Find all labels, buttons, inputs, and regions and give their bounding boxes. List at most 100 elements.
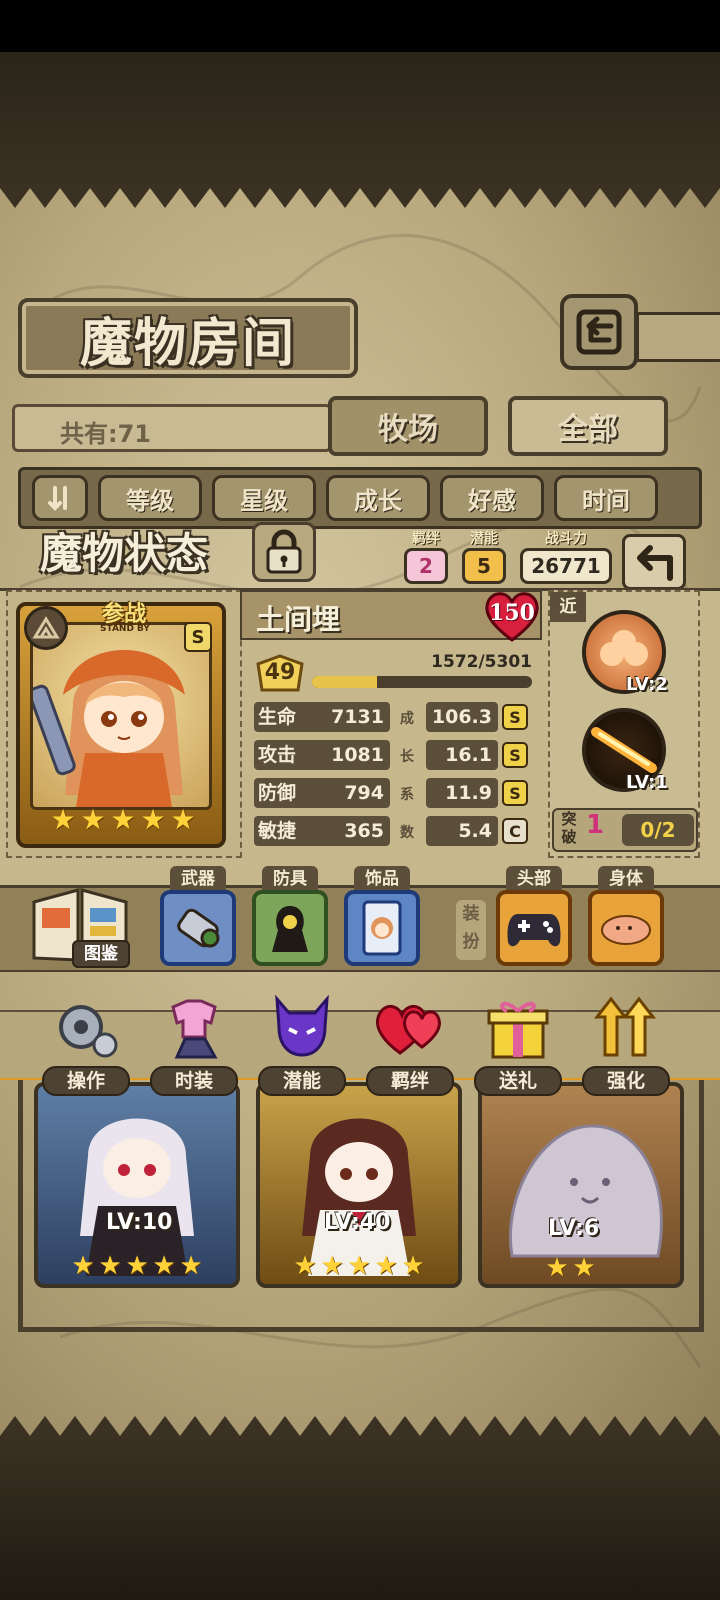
grid-card-level: LV:40: [324, 1210, 391, 1235]
exp-bar: [312, 676, 532, 688]
star-icon: ★: [572, 1253, 596, 1283]
stat-value: 794: [344, 782, 384, 804]
lock-button[interactable]: [252, 522, 316, 582]
operate-button[interactable]: 操作: [38, 990, 134, 1100]
bottom-background: [0, 1437, 720, 1600]
fashion-button[interactable]: 时装: [146, 990, 242, 1100]
star-icon: ★: [152, 1251, 176, 1281]
enhance-button[interactable]: 强化: [578, 990, 674, 1100]
exp-bar-fill: [312, 676, 378, 688]
plush-body-icon: [601, 915, 651, 945]
upgrade-arrows-icon: [588, 990, 664, 1066]
star-icon: ★: [347, 1251, 371, 1281]
potential-button[interactable]: 潜能: [254, 990, 350, 1100]
stat-value: 365: [344, 820, 384, 842]
grid-card-stars: ★ ★ ★ ★ ★: [70, 1252, 204, 1282]
action-label: 潜能: [258, 1066, 346, 1096]
star-icon: ★: [140, 803, 166, 836]
potential-stat: 潜能 5: [462, 528, 506, 584]
grid-card-level: LV:10: [106, 1210, 173, 1235]
sort-order-button[interactable]: [32, 475, 88, 521]
monster-name: 土间埋: [256, 603, 341, 636]
exp-text: 1572/5301: [431, 652, 532, 672]
star-icon: ★: [110, 803, 136, 836]
stat-value: 7131: [331, 706, 384, 728]
star-icon: ★: [374, 1251, 398, 1281]
growth-label-char: 系: [400, 787, 414, 803]
action-label: 羁绊: [366, 1066, 454, 1096]
current-level: 49: [264, 660, 296, 685]
back-arrow-icon: [637, 545, 673, 581]
head-slot[interactable]: [496, 890, 572, 966]
stat-grade: C: [502, 818, 528, 844]
filter-time[interactable]: 时间: [554, 475, 658, 521]
bond-stat: 羁绊 2: [404, 528, 448, 584]
back-button[interactable]: [622, 534, 686, 590]
breakthrough-count: 1: [586, 810, 605, 840]
gift-button[interactable]: 送礼: [470, 990, 566, 1100]
growth-label-char: 长: [400, 749, 414, 765]
accessory-slot[interactable]: [344, 890, 420, 966]
stat-grade: S: [502, 704, 528, 730]
power-label: 战斗力: [545, 531, 587, 547]
clothes-icon: [156, 990, 232, 1066]
star-icon: ★: [179, 1251, 203, 1281]
stat-row-defense: 防御 794 11.9 S: [254, 778, 530, 808]
growth-label-char: 数: [400, 825, 414, 841]
star-icon: ★: [125, 1251, 149, 1281]
breakthrough-progress: 0/2: [622, 814, 694, 846]
stat-row-agility: 敏捷 365 5.4 C: [254, 816, 530, 846]
stat-value: 1081: [331, 744, 384, 766]
bond-label: 羁绊: [412, 531, 440, 547]
filter-star[interactable]: 星级: [212, 475, 316, 521]
stat-growth: 106.3: [426, 702, 498, 732]
stat-growth: 16.1: [426, 740, 498, 770]
monster-count: 共有:71: [60, 420, 151, 448]
skill-2-level: LV:1: [626, 772, 668, 793]
potential-label: 潜能: [470, 531, 498, 547]
portrait-illustration: [33, 650, 185, 807]
stat-growth: 5.4: [426, 816, 498, 846]
stat-row-hp: 生命 7131 106.3 S: [254, 702, 530, 732]
tab-farm[interactable]: 牧场: [328, 396, 488, 456]
star-icon: ★: [545, 1253, 569, 1283]
star-icon: ★: [71, 1251, 95, 1281]
power-stat: 战斗力 26771: [520, 528, 612, 584]
exit-arrow-icon: [576, 309, 622, 355]
action-label: 操作: [42, 1066, 130, 1096]
filter-growth[interactable]: 成长: [326, 475, 430, 521]
exit-button[interactable]: [560, 294, 638, 370]
weapon-slot[interactable]: [160, 890, 236, 966]
monster-dex-label[interactable]: 图鉴: [72, 940, 130, 968]
element-type-icon: [24, 606, 68, 650]
growth-label-char: 成: [400, 711, 414, 727]
filter-affection[interactable]: 好感: [440, 475, 544, 521]
grid-card-level: LV:6: [548, 1216, 600, 1241]
tab-all[interactable]: 全部: [508, 396, 668, 456]
armor-slot[interactable]: [252, 890, 328, 966]
outfit-label: 装扮: [456, 900, 486, 960]
breakthrough-label: 突破: [561, 810, 577, 846]
gear-icon: [48, 990, 124, 1066]
status-title: 魔物状态: [39, 528, 208, 578]
shadow-demon-icon: [264, 990, 340, 1066]
hood-cloak-armor-icon: [272, 906, 308, 952]
star-icon: ★: [293, 1251, 317, 1281]
lock-icon: [266, 529, 302, 574]
max-level: 150: [489, 600, 535, 626]
skill-1-level: LV:2: [626, 674, 668, 695]
star-icon: ★: [401, 1251, 425, 1281]
filter-level[interactable]: 等级: [98, 475, 202, 521]
sort-icon: [48, 486, 67, 511]
body-slot[interactable]: [588, 890, 664, 966]
star-icon: ★: [170, 803, 196, 836]
idol-card-accessory-icon: [362, 900, 402, 956]
top-background: [0, 52, 720, 187]
stat-growth: 11.9: [426, 778, 498, 808]
head-tag: 头部: [506, 866, 562, 892]
gift-box-icon: [480, 990, 556, 1066]
potential-value: 5: [462, 548, 506, 584]
grid-card-stars: ★ ★ ★ ★ ★: [292, 1252, 426, 1282]
card-star-row: ★ ★ ★ ★ ★: [48, 806, 198, 840]
bond-button[interactable]: 羁绊: [362, 990, 458, 1100]
